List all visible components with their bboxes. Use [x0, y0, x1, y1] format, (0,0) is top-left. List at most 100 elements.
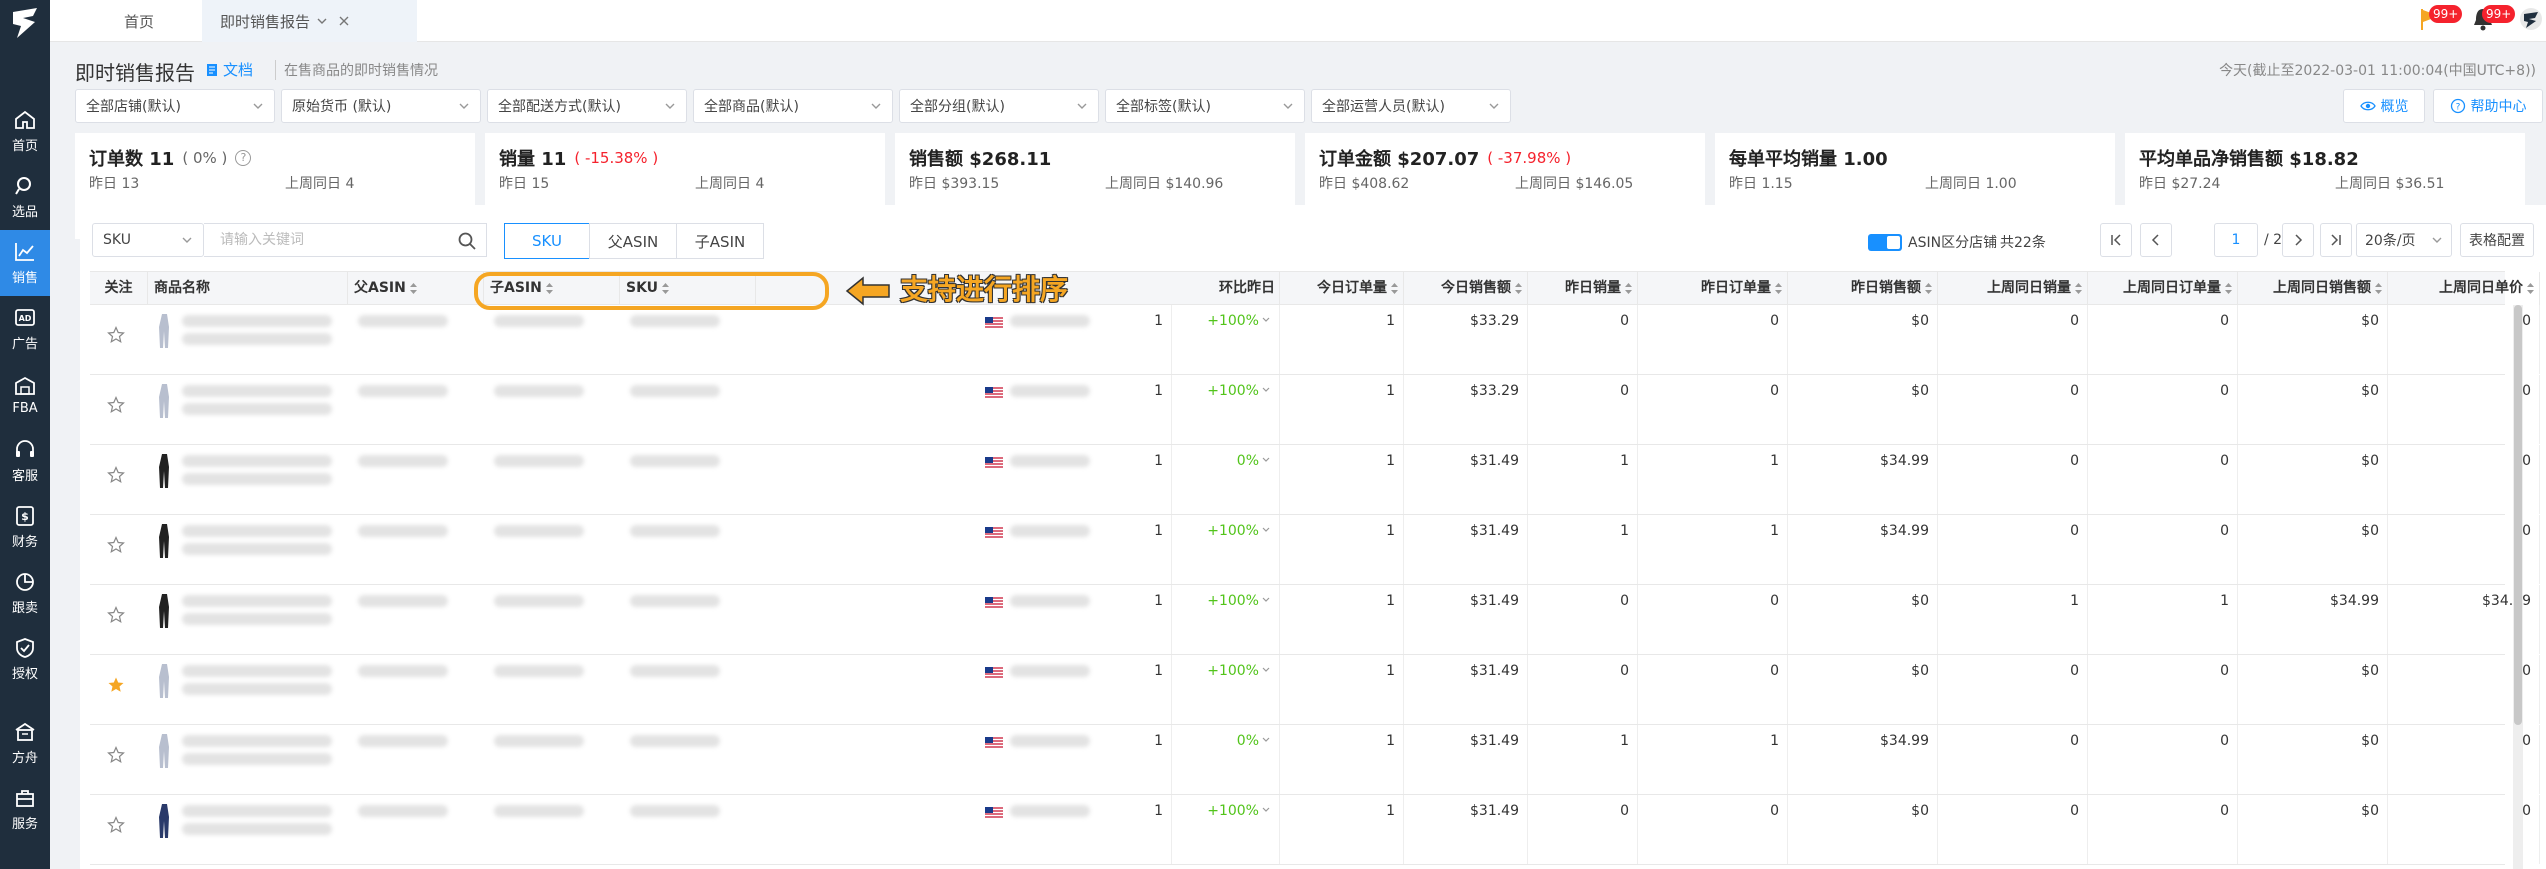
filter-select-2[interactable]: 全部配送方式(默认) [487, 89, 687, 123]
flag-icon[interactable]: 99+ [2417, 5, 2463, 32]
table-config-button[interactable]: 表格配置 [2460, 223, 2534, 257]
sidebar-item-0[interactable]: 首页 [0, 98, 50, 164]
sort-icon[interactable] [1774, 282, 1783, 295]
chevron-down-icon[interactable] [1261, 315, 1271, 325]
cell-value: 0 [2220, 523, 2229, 539]
cell-action[interactable]: 详情 [2540, 795, 2546, 864]
tab-home[interactable]: 首页 [104, 0, 174, 42]
chevron-down-icon[interactable] [316, 15, 328, 27]
search-type-select[interactable]: SKU [92, 223, 204, 257]
sidebar-item-10[interactable]: 服务 [0, 776, 50, 842]
filter-select-5[interactable]: 全部标签(默认) [1105, 89, 1305, 123]
column-header-8[interactable]: 昨日销量 [1528, 272, 1638, 305]
help-icon[interactable]: ? [235, 150, 252, 166]
help-center-button[interactable]: ? 帮助中心 [2433, 89, 2543, 123]
star-icon[interactable] [107, 816, 125, 834]
chevron-down-icon[interactable] [1261, 805, 1271, 815]
chevron-down-icon[interactable] [1261, 735, 1271, 745]
next-page-button[interactable] [2282, 223, 2314, 257]
chevron-down-icon[interactable] [1261, 455, 1271, 465]
first-page-button[interactable] [2100, 223, 2132, 257]
sidebar-item-6[interactable]: $ 财务 [0, 494, 50, 560]
cell-lw_qty: 0 [1938, 795, 2088, 864]
filter-select-3[interactable]: 全部商品(默认) [693, 89, 893, 123]
filter-select-4[interactable]: 全部分组(默认) [899, 89, 1099, 123]
sort-icon[interactable] [1514, 282, 1523, 295]
sort-icon[interactable] [2074, 282, 2083, 295]
filter-select-0[interactable]: 全部店铺(默认) [75, 89, 275, 123]
chevron-down-icon[interactable] [1261, 385, 1271, 395]
star-icon[interactable] [107, 326, 125, 344]
segment-child-asin[interactable]: 子ASIN [676, 223, 764, 259]
filter-select-6[interactable]: 全部运营人员(默认) [1311, 89, 1511, 123]
bell-icon[interactable]: 99+ [2470, 5, 2516, 32]
sort-icon[interactable] [2224, 282, 2233, 295]
search-icon[interactable] [457, 231, 477, 251]
star-icon[interactable] [107, 606, 125, 624]
star-icon[interactable] [107, 466, 125, 484]
prev-page-button[interactable] [2140, 223, 2172, 257]
search-input[interactable] [204, 223, 487, 257]
sidebar-item-5[interactable]: 客服 [0, 428, 50, 494]
column-header-7[interactable]: 今日销售额 [1404, 272, 1528, 305]
cell-qty: 1 [1020, 795, 1172, 864]
user-avatar-icon[interactable] [2518, 6, 2544, 32]
close-icon[interactable] [338, 15, 350, 27]
chevron-down-icon[interactable] [1261, 525, 1271, 535]
cell-action[interactable]: 详情 [2540, 725, 2546, 794]
doc-link[interactable]: 文档 [205, 59, 253, 80]
segment-sku[interactable]: SKU [504, 223, 590, 259]
sort-icon[interactable] [2374, 282, 2383, 295]
sort-icon[interactable] [1924, 282, 1933, 295]
table-scrollbar-thumb[interactable] [2514, 305, 2522, 725]
star-icon[interactable] [107, 536, 125, 554]
asin-store-toggle[interactable]: ASIN区分店铺 [1868, 232, 1997, 252]
column-header-14[interactable]: 上周同日单价 [2388, 272, 2540, 305]
sidebar-item-9[interactable]: 方舟 [0, 710, 50, 776]
sidebar-item-1[interactable]: 选品 [0, 164, 50, 230]
product-thumbnail [159, 804, 169, 838]
cell-action[interactable]: 详情 [2540, 515, 2546, 584]
stat-last-week: 上周同日 $36.51 [2335, 176, 2445, 192]
cell-action[interactable]: 详情 [2540, 445, 2546, 514]
sidebar-item-2[interactable]: 销售 [0, 230, 50, 296]
cell-action[interactable]: 详情 [2540, 655, 2546, 724]
sidebar-item-8[interactable]: 授权 [0, 626, 50, 692]
filter-select-1[interactable]: 原始货币 (默认) [281, 89, 481, 123]
sort-icon[interactable] [1624, 282, 1633, 295]
overview-button[interactable]: 概览 [2343, 89, 2425, 123]
sort-icon[interactable] [1390, 282, 1399, 295]
sort-icon[interactable] [409, 282, 418, 295]
sidebar-item-3[interactable]: AD 广告 [0, 296, 50, 362]
segment-parent-asin[interactable]: 父ASIN [589, 223, 677, 259]
sidebar-item-4[interactable]: FBA [0, 362, 50, 428]
star-icon[interactable] [107, 396, 125, 414]
column-header-12[interactable]: 上周同日订单量 [2088, 272, 2238, 305]
sidebar-item-7[interactable]: 跟卖 [0, 560, 50, 626]
cell-action[interactable]: 详情 [2540, 585, 2546, 654]
chevron-down-icon[interactable] [1261, 595, 1271, 605]
column-header-11[interactable]: 上周同日销量 [1938, 272, 2088, 305]
table-row: 1+100%1$31.4911$34.9900$0$0详情 [90, 515, 2540, 585]
column-header-10[interactable]: 昨日销售额 [1788, 272, 1938, 305]
parent-asin-redacted [358, 735, 448, 747]
cell-value: 1 [2220, 593, 2229, 609]
column-header-label: 父ASIN [354, 280, 406, 296]
cell-action[interactable]: 详情 [2540, 305, 2546, 374]
star-filled-icon[interactable] [107, 676, 125, 694]
page-size-select[interactable]: 20条/页 [2356, 223, 2452, 257]
column-header-6[interactable]: 今日订单量 [1280, 272, 1404, 305]
sort-icon[interactable] [2526, 282, 2535, 295]
cell-value: 1 [1386, 383, 1395, 399]
tab-sales-report[interactable]: 即时销售报告 [202, 0, 417, 42]
column-header-2[interactable]: 父ASIN [348, 272, 484, 305]
toggle-switch[interactable] [1868, 233, 1902, 251]
column-header-13[interactable]: 上周同日销售额 [2238, 272, 2388, 305]
last-page-button[interactable] [2320, 223, 2352, 257]
star-icon[interactable] [107, 746, 125, 764]
chevron-down-icon[interactable] [1261, 665, 1271, 675]
cell-action[interactable]: 详情 [2540, 375, 2546, 444]
app-logo-icon[interactable] [9, 6, 41, 40]
column-header-9[interactable]: 昨日订单量 [1638, 272, 1788, 305]
current-page-input[interactable]: 1 [2214, 223, 2258, 257]
